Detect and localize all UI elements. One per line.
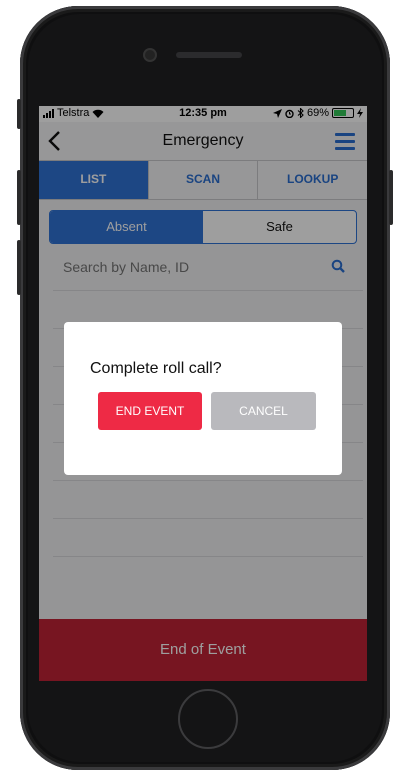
power-button [389,170,393,225]
volume-up-button [17,170,21,225]
home-button[interactable] [178,689,238,749]
confirm-dialog: Complete roll call? END EVENT CANCEL [64,322,342,475]
volume-down-button [17,240,21,295]
dialog-title: Complete roll call? [90,360,222,377]
app-screen: Telstra 12:35 pm 69% Emergency LIST SCAN… [39,106,367,681]
end-event-button[interactable]: END EVENT [98,392,202,430]
cancel-button[interactable]: CANCEL [211,392,316,430]
earpiece-speaker [176,52,242,58]
mute-switch [17,99,21,129]
front-camera [145,50,155,60]
